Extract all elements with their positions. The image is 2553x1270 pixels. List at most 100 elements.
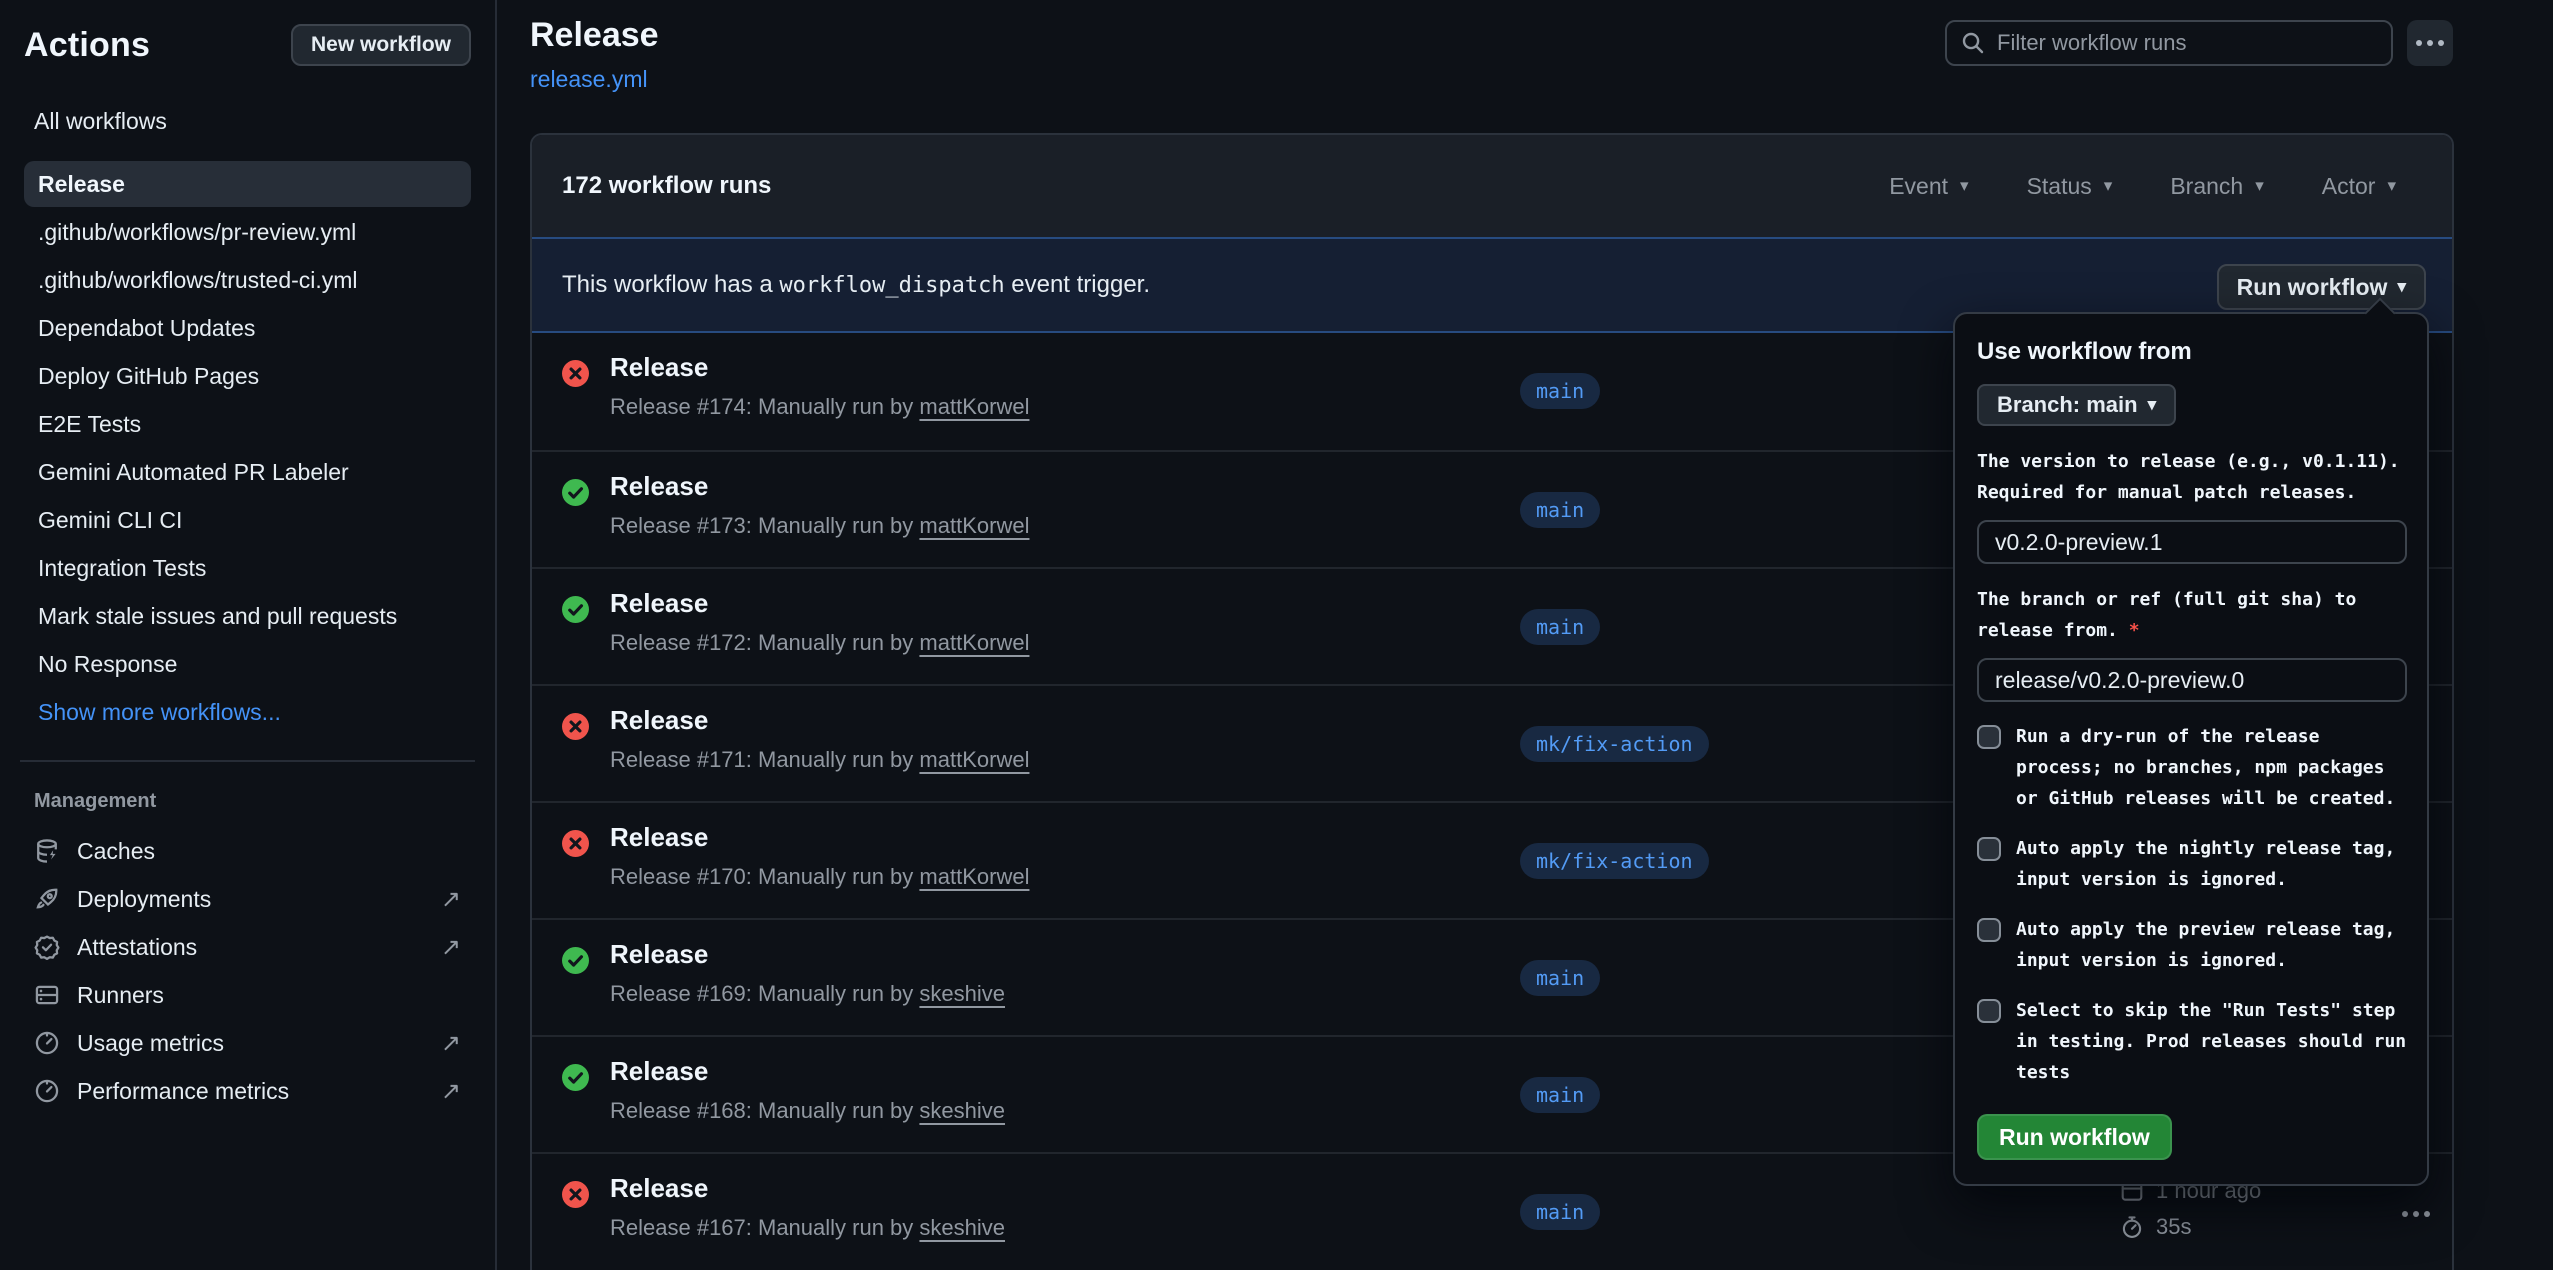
actor-link[interactable]: skeshive [919,981,1005,1006]
run-title-link[interactable]: Release [610,352,708,383]
sidebar-item-performance-metrics[interactable]: Performance metrics↗ [24,1067,471,1115]
chevron-down-icon: ▾ [2387,176,2396,196]
run-workflow-dropdown-button[interactable]: Run workflow ▾ [2217,264,2426,310]
branch-badge[interactable]: main [1520,960,1600,996]
branch-badge[interactable]: main [1520,492,1600,528]
page-title: Release [530,16,659,55]
checkbox[interactable] [1977,837,2001,861]
branch-badge[interactable]: mk/fix-action [1520,726,1709,762]
success-icon [562,479,589,506]
actor-link[interactable]: mattKorwel [919,394,1029,419]
sidebar-item-workflow[interactable]: Mark stale issues and pull requests [24,593,471,639]
rocket-icon [34,886,60,912]
sidebar-item-workflow[interactable]: .github/workflows/pr-review.yml [24,209,471,255]
runs-count: 172 workflow runs [562,172,771,200]
filter-dropdown-event[interactable]: Event▾ [1889,173,1968,200]
external-link-icon: ↗ [441,885,461,914]
filter-dropdown-status[interactable]: Status▾ [2027,173,2113,200]
sidebar-item-workflow[interactable]: Deploy GitHub Pages [24,353,471,399]
actor-link[interactable]: mattKorwel [919,864,1029,889]
run-title-link[interactable]: Release [610,822,708,853]
sidebar-item-all-workflows[interactable]: All workflows [24,100,471,161]
status-wrap-success [562,596,589,628]
run-title-link[interactable]: Release [610,471,708,502]
success-icon [562,1064,589,1091]
run-title-link[interactable]: Release [610,705,708,736]
sidebar-item-workflow[interactable]: Dependabot Updates [24,305,471,351]
run-title-link[interactable]: Release [610,939,708,970]
run-title-link[interactable]: Release [610,588,708,619]
cache-icon [34,838,60,864]
run-description: Release #170: Manually run by mattKorwel [610,864,1029,890]
sidebar-item-workflow[interactable]: No Response [24,641,471,687]
management-item-label: Caches [77,838,155,865]
sidebar-item-label: Mark stale issues and pull requests [38,603,397,630]
sidebar-item-workflow[interactable]: .github/workflows/trusted-ci.yml [24,257,471,303]
branch-badge[interactable]: main [1520,1077,1600,1113]
chevron-down-icon: ▾ [2255,176,2264,196]
new-workflow-button[interactable]: New workflow [291,24,471,66]
checkbox[interactable] [1977,725,2001,749]
version-input[interactable] [1977,520,2407,564]
run-title-link[interactable]: Release [610,1173,708,1204]
actor-link[interactable]: mattKorwel [919,630,1029,655]
run-options-kebab-button[interactable] [2384,1196,2448,1232]
sidebar-item-workflow[interactable]: Release [24,161,471,207]
checkbox[interactable] [1977,999,2001,1023]
workflow-file-link[interactable]: release.yml [530,66,648,93]
sidebar-item-label: Gemini CLI CI [38,507,182,534]
management-section-label: Management [34,790,471,813]
run-description: Release #172: Manually run by mattKorwel [610,630,1029,656]
gauge-icon [34,1078,60,1104]
branch-select-button[interactable]: Branch: main ▾ [1977,384,2176,426]
branch-badge[interactable]: main [1520,1194,1600,1230]
sidebar-item-workflow[interactable]: Gemini CLI CI [24,497,471,543]
sidebar-item-workflow[interactable]: Gemini Automated PR Labeler [24,449,471,495]
filter-workflow-runs-input[interactable] [1997,30,2377,56]
banner-text: This workflow has a workflow_dispatch ev… [562,271,1150,299]
sidebar-item-workflow[interactable]: E2E Tests [24,401,471,447]
external-link-icon: ↗ [441,1029,461,1058]
actor-link[interactable]: skeshive [919,1098,1005,1123]
filter-dropdown-actor[interactable]: Actor▾ [2322,173,2396,200]
search-icon [1961,31,1985,55]
branch-badge[interactable]: main [1520,373,1600,409]
filter-dropdown-branch[interactable]: Branch ▾ [2170,173,2263,200]
server-icon [34,982,60,1008]
workflow-options-kebab-button[interactable] [2407,20,2453,66]
run-description: Release #173: Manually run by mattKorwel [610,513,1029,539]
checkbox[interactable] [1977,918,2001,942]
sidebar-item-attestations[interactable]: Attestations↗ [24,923,471,971]
filter-label: Branch [2170,173,2243,200]
run-duration: 35s [2120,1214,2261,1240]
status-wrap-failure [562,830,589,862]
ref-input[interactable] [1977,658,2407,702]
actor-link[interactable]: mattKorwel [919,513,1029,538]
popover-checkbox-row: Select to skip the "Run Tests" step in t… [1977,995,2407,1088]
run-workflow-submit-button[interactable]: Run workflow [1977,1114,2172,1160]
run-workflow-popover: Use workflow from Branch: main ▾ The ver… [1953,312,2429,1186]
status-wrap-success [562,947,589,979]
branch-badge[interactable]: main [1520,609,1600,645]
run-description: Release #169: Manually run by skeshive [610,981,1005,1007]
sidebar-item-caches[interactable]: Caches [24,827,471,875]
sidebar-item-workflow[interactable]: Integration Tests [24,545,471,591]
branch-badge[interactable]: mk/fix-action [1520,843,1709,879]
sidebar-item-label: .github/workflows/trusted-ci.yml [38,267,358,294]
management-item-label: Deployments [77,886,211,913]
status-wrap-failure [562,360,589,392]
workflow-list: Release.github/workflows/pr-review.yml .g… [24,161,471,687]
actor-link[interactable]: mattKorwel [919,747,1029,772]
show-more-workflows-link[interactable]: Show more workflows... [24,687,471,738]
gauge-icon [34,1030,60,1056]
actor-link[interactable]: skeshive [919,1215,1005,1240]
external-link-icon: ↗ [441,933,461,962]
run-title-link[interactable]: Release [610,1056,708,1087]
sidebar-item-deployments[interactable]: Deployments ↗ [24,875,471,923]
checkbox-label: Run a dry-run of the release process; no… [2016,721,2407,814]
status-wrap-failure [562,713,589,745]
actions-sidebar: Actions New workflow All workflows Relea… [0,0,497,1270]
sidebar-item-runners[interactable]: Runners [24,971,471,1019]
chevron-down-icon: ▾ [2148,395,2157,415]
sidebar-item-usage-metrics[interactable]: Usage metrics↗ [24,1019,471,1067]
